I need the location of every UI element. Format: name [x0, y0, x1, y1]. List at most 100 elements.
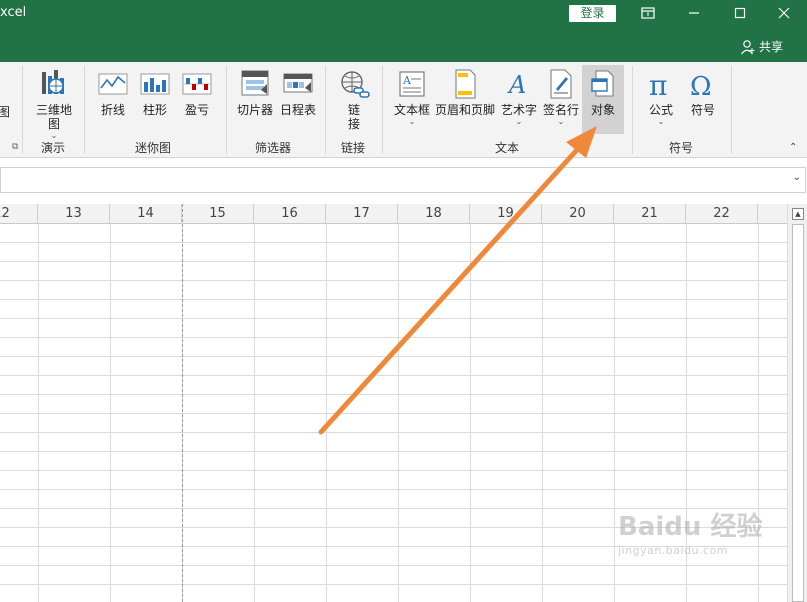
- close-button[interactable]: [761, 0, 807, 26]
- map3d-button[interactable]: 三维地 图 ⌄: [33, 68, 75, 140]
- group-separator: [731, 66, 732, 154]
- ribbon-insert-tab: 图 ⧉ 三维地 图 ⌄ 演示 折线 柱形 盈亏 迷你图 切片器 日程表 筛选器 …: [0, 62, 807, 158]
- excel-window: xcel 登录 共享 图 ⧉ 三维地 图 ⌄ 演示 折线 柱形 盈亏 迷你图 切…: [0, 0, 807, 602]
- sparkline-column-label: 柱形: [142, 103, 167, 117]
- symbol-button[interactable]: Ω 符号: [684, 68, 722, 117]
- person-icon: [741, 39, 755, 54]
- symbol-label: 符号: [690, 103, 715, 117]
- link-button[interactable]: 链 接: [337, 68, 371, 131]
- watermark: Baidu 经验 jingyan.baidu.com: [618, 512, 762, 557]
- page-break-line: [182, 204, 183, 602]
- timeline-icon: [283, 73, 313, 93]
- group-separator: [382, 66, 383, 154]
- chevron-down-icon: ⌄: [515, 117, 523, 126]
- minimize-icon: [689, 12, 699, 14]
- vertical-scrollbar[interactable]: ▲: [787, 204, 807, 602]
- sparkline-column-icon: [140, 73, 170, 95]
- ribbon-display-options-button[interactable]: [625, 0, 671, 26]
- signature-line-button[interactable]: 签名行 ⌄: [541, 68, 581, 126]
- sparkline-line-label: 折线: [100, 103, 125, 117]
- chevron-down-icon: ⌄: [408, 117, 416, 126]
- group-separator: [22, 66, 23, 154]
- column-header[interactable]: 19: [470, 204, 542, 224]
- column-header[interactable]: 20: [542, 204, 614, 224]
- sparkline-line-icon: [98, 73, 128, 95]
- group-separator: [632, 66, 633, 154]
- login-button[interactable]: 登录: [569, 5, 616, 22]
- group-separator: [84, 66, 85, 154]
- collapse-ribbon-icon[interactable]: ⌃: [789, 142, 797, 153]
- svg-text:A: A: [507, 71, 526, 99]
- object-button[interactable]: 对象: [583, 68, 623, 117]
- textbox-button[interactable]: A 文本框 ⌄: [391, 68, 433, 126]
- group-label-text: 文本: [495, 141, 520, 155]
- maximize-button[interactable]: [717, 0, 763, 26]
- group-separator: [226, 66, 227, 154]
- column-header[interactable]: 17: [326, 204, 398, 224]
- share-button[interactable]: 共享: [740, 38, 783, 55]
- sparkline-winloss-label: 盈亏: [184, 103, 209, 117]
- svg-text:Ω: Ω: [690, 72, 712, 100]
- sparkline-winloss-button[interactable]: 盈亏: [179, 68, 215, 117]
- textbox-icon: A: [399, 71, 425, 97]
- map3d-label: 三维地 图: [35, 103, 72, 131]
- watermark-main: Baidu 经验: [618, 512, 763, 542]
- wordart-button[interactable]: A 艺术字 ⌄: [500, 68, 538, 126]
- scroll-up-icon[interactable]: ▲: [792, 208, 804, 220]
- slicer-label: 切片器: [236, 103, 273, 117]
- signature-icon: [550, 69, 572, 99]
- svg-text:A: A: [402, 74, 412, 87]
- title-bar: xcel 登录 共享: [0, 0, 807, 62]
- pi-icon: π: [649, 69, 667, 100]
- sparkline-column-button[interactable]: 柱形: [137, 68, 173, 117]
- slicer-button[interactable]: 切片器: [234, 68, 276, 117]
- group-label-links: 链接: [341, 141, 366, 155]
- chevron-down-icon[interactable]: ⌄: [793, 172, 801, 183]
- column-header[interactable]: 18: [398, 204, 470, 224]
- sparkline-winloss-icon: [182, 73, 212, 95]
- group-label-filters: 筛选器: [255, 141, 292, 155]
- group-label-sparklines: 迷你图: [135, 141, 172, 155]
- column-header[interactable]: 15: [182, 204, 254, 224]
- object-icon: [591, 70, 614, 97]
- column-header[interactable]: 13: [38, 204, 110, 224]
- object-label: 对象: [590, 103, 615, 117]
- column-header[interactable]: 14: [110, 204, 182, 224]
- group-separator: [325, 66, 326, 154]
- formula-input[interactable]: ⌄: [0, 167, 806, 193]
- share-label: 共享: [759, 40, 784, 54]
- sparkline-line-button[interactable]: 折线: [95, 68, 131, 117]
- header-footer-button[interactable]: 页眉和页脚: [434, 68, 496, 117]
- svg-text:π: π: [649, 69, 667, 100]
- textbox-label: 文本框: [393, 103, 430, 117]
- column-header[interactable]: 22: [686, 204, 758, 224]
- minimize-button[interactable]: [671, 0, 717, 26]
- column-header[interactable]: 16: [254, 204, 326, 224]
- partial-left-label: 图: [0, 105, 11, 119]
- map3d-icon: [42, 70, 64, 94]
- app-title: xcel: [0, 5, 27, 20]
- column-header[interactable]: 12: [0, 204, 38, 224]
- slicer-icon: [241, 70, 269, 96]
- wordart-label: 艺术字: [500, 103, 537, 117]
- dialog-launcher-icon[interactable]: ⧉: [12, 142, 18, 152]
- formula-bar: ⌄: [0, 158, 807, 204]
- timeline-button[interactable]: 日程表: [277, 68, 319, 117]
- column-header-row: 1213141516171819202122: [0, 204, 787, 224]
- link-icon: [341, 71, 370, 98]
- equation-label: 公式: [648, 103, 673, 117]
- scrollbar-thumb[interactable]: [792, 224, 804, 602]
- header-footer-label: 页眉和页脚: [434, 103, 495, 117]
- chevron-down-icon: ⌄: [657, 117, 665, 126]
- header-footer-icon: [455, 69, 476, 99]
- chevron-down-icon: ⌄: [557, 117, 565, 126]
- equation-button[interactable]: π 公式 ⌄: [642, 68, 680, 126]
- watermark-url: jingyan.baidu.com: [618, 544, 729, 557]
- partial-left-button[interactable]: 图: [0, 102, 10, 119]
- ribbon-display-icon: [641, 7, 655, 19]
- close-icon: [778, 7, 790, 19]
- group-label-tours: 演示: [41, 141, 66, 155]
- timeline-label: 日程表: [279, 103, 316, 117]
- link-label: 链 接: [347, 103, 360, 131]
- column-header[interactable]: 21: [614, 204, 686, 224]
